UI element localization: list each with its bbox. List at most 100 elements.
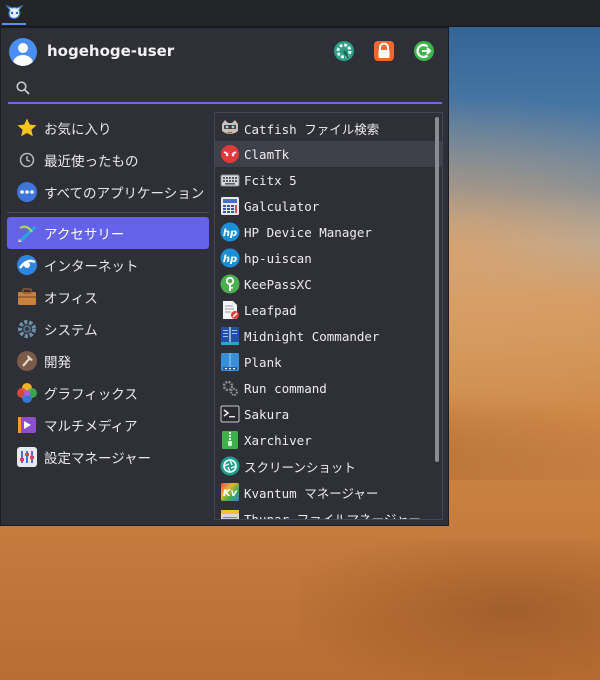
- category-label: グラフィックス: [44, 387, 138, 403]
- accessories-icon: [16, 222, 38, 244]
- screenshot-icon: [220, 456, 240, 476]
- app-list-scrollbar[interactable]: [435, 117, 439, 462]
- app-item-leafpad[interactable]: Leafpad: [215, 297, 442, 323]
- all-apps-icon: [16, 181, 38, 203]
- archive-icon: [220, 430, 240, 450]
- development-icon: [16, 350, 38, 372]
- category-label: すべてのアプリケーション: [44, 186, 205, 202]
- app-label: Plank: [244, 354, 282, 370]
- graphics-icon: [16, 382, 38, 404]
- category-settings-manager[interactable]: 設定マネージャー: [7, 441, 209, 473]
- app-item-keepassxc[interactable]: KeePassXC: [215, 271, 442, 297]
- app-item-sakura[interactable]: Sakura: [215, 401, 442, 427]
- category-accessories[interactable]: アクセサリー: [7, 217, 209, 249]
- category-label: システム: [44, 323, 98, 339]
- app-item-fcitx5[interactable]: Fcitx 5: [215, 167, 442, 193]
- settings-button[interactable]: [333, 40, 355, 62]
- keepassxc-icon: [220, 274, 240, 294]
- plank-icon: [220, 352, 240, 372]
- app-item-run-command[interactable]: Run command: [215, 375, 442, 401]
- file-manager-icon: [220, 508, 240, 519]
- application-list: Catfish ファイル検索 ClamTk Fcitx 5 Galculator…: [214, 112, 443, 520]
- app-label: Thunar ファイルマネージャー: [244, 511, 421, 520]
- multimedia-icon: [16, 414, 38, 436]
- app-item-hp-uiscan[interactable]: hp hp-uiscan: [215, 245, 442, 271]
- app-label: Fcitx 5: [244, 172, 297, 188]
- app-label: Kvantum マネージャー: [244, 485, 379, 501]
- category-recent[interactable]: 最近使ったもの: [7, 144, 209, 176]
- category-label: 最近使ったもの: [44, 154, 139, 170]
- svg-text:hp: hp: [223, 254, 237, 265]
- app-item-xarchiver[interactable]: Xarchiver: [215, 427, 442, 453]
- svg-text:hp: hp: [223, 228, 237, 239]
- settings-icon: [334, 41, 354, 61]
- top-panel: [0, 0, 600, 27]
- category-system[interactable]: システム: [7, 313, 209, 345]
- leafpad-icon: [220, 300, 240, 320]
- category-label: マルチメディア: [44, 419, 138, 435]
- logout-icon: [414, 41, 434, 61]
- star-icon: [16, 117, 38, 139]
- whisker-menu: hogehoge-user お気に入り 最近使ったもの すべてのアプリケーション…: [0, 27, 449, 526]
- app-label: スクリーンショット: [244, 459, 356, 475]
- app-label: KeePassXC: [244, 276, 312, 292]
- category-label: インターネット: [44, 259, 139, 275]
- category-graphics[interactable]: グラフィックス: [7, 377, 209, 409]
- category-label: 開発: [44, 355, 71, 371]
- catfish-icon: [220, 118, 240, 138]
- desert-wallpaper-shadow-2: [300, 540, 600, 680]
- keyboard-icon: [220, 170, 240, 190]
- midnight-commander-icon: [220, 326, 240, 346]
- app-item-midnight-commander[interactable]: Midnight Commander: [215, 323, 442, 349]
- system-icon: [16, 318, 38, 340]
- whisker-menu-button[interactable]: [2, 1, 26, 25]
- category-multimedia[interactable]: マルチメディア: [7, 409, 209, 441]
- category-label: 設定マネージャー: [44, 451, 152, 467]
- search-input[interactable]: [38, 78, 432, 102]
- category-label: お気に入り: [44, 122, 112, 138]
- internet-icon: [16, 254, 38, 276]
- lock-screen-button[interactable]: [373, 40, 395, 62]
- app-label: Xarchiver: [244, 432, 312, 448]
- logout-button[interactable]: [413, 40, 435, 62]
- app-item-galculator[interactable]: Galculator: [215, 193, 442, 219]
- app-item-plank[interactable]: Plank: [215, 349, 442, 375]
- app-item-screenshot[interactable]: スクリーンショット: [215, 453, 442, 479]
- app-label: Run command: [244, 380, 327, 396]
- category-all-apps[interactable]: すべてのアプリケーション: [7, 176, 209, 208]
- clock-icon: [16, 149, 38, 171]
- run-command-icon: [220, 378, 240, 398]
- search-icon: [16, 81, 30, 95]
- svg-text:Kv: Kv: [223, 488, 238, 499]
- app-label: ClamTk: [244, 146, 290, 162]
- avatar: [9, 38, 37, 66]
- kvantum-icon: Kv: [220, 482, 240, 502]
- office-icon: [16, 286, 38, 308]
- app-label: Midnight Commander: [244, 328, 380, 344]
- app-label: Catfish ファイル検索: [244, 121, 380, 137]
- terminal-icon: [220, 404, 240, 424]
- category-favorites[interactable]: お気に入り: [7, 112, 209, 144]
- search-bar: [8, 76, 442, 104]
- category-label: アクセサリー: [44, 227, 125, 243]
- app-label: Galculator: [244, 198, 320, 214]
- app-item-hp-device-manager[interactable]: hp HP Device Manager: [215, 219, 442, 245]
- category-divider: [7, 212, 209, 213]
- app-item-thunar[interactable]: Thunar ファイルマネージャー: [215, 505, 442, 520]
- app-label: Sakura: [244, 406, 290, 422]
- whisker-cat-icon: [5, 4, 24, 20]
- clamtk-icon: [220, 144, 240, 164]
- lock-icon: [374, 41, 394, 61]
- calculator-icon: [220, 196, 240, 216]
- menu-header: hogehoge-user: [9, 38, 440, 66]
- username: hogehoge-user: [47, 42, 175, 60]
- hp-icon: hp: [220, 248, 240, 268]
- app-item-catfish[interactable]: Catfish ファイル検索: [215, 115, 442, 141]
- app-item-clamtk[interactable]: ClamTk: [215, 141, 442, 167]
- app-label: Leafpad: [244, 302, 297, 318]
- category-office[interactable]: オフィス: [7, 281, 209, 313]
- category-internet[interactable]: インターネット: [7, 249, 209, 281]
- app-label: hp-uiscan: [244, 250, 312, 266]
- category-development[interactable]: 開発: [7, 345, 209, 377]
- app-item-kvantum-manager[interactable]: Kv Kvantum マネージャー: [215, 479, 442, 505]
